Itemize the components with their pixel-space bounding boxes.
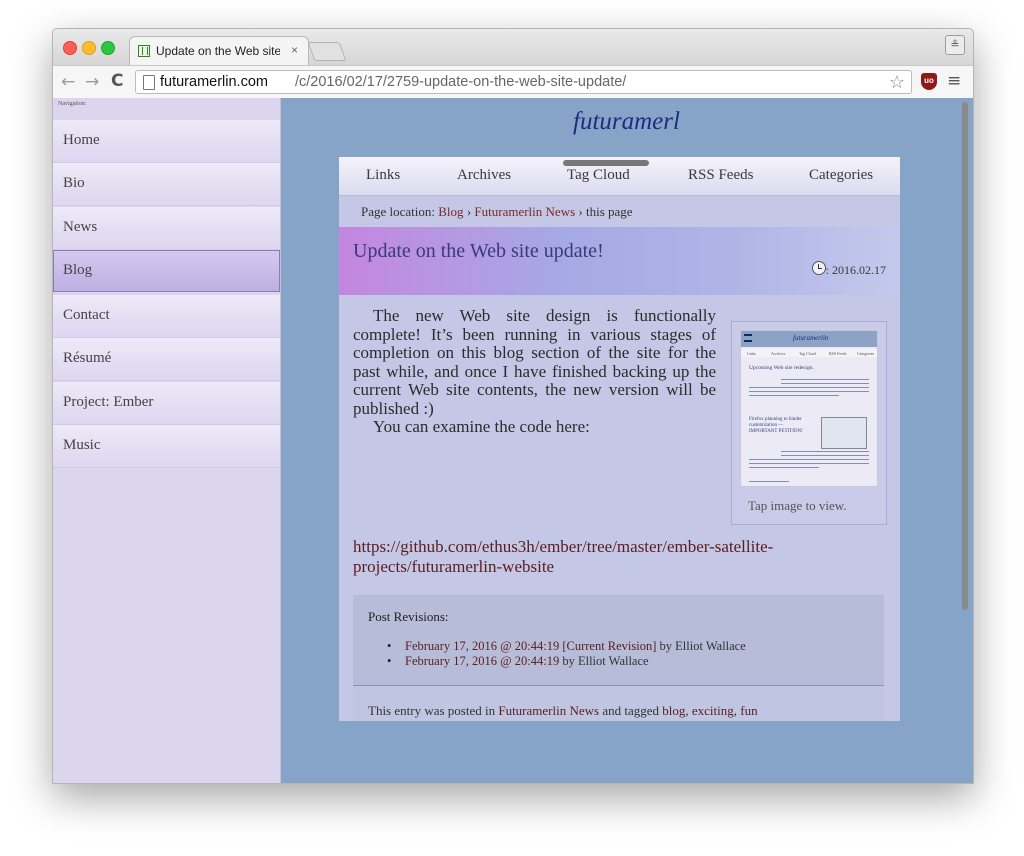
sidebar-item-label: Bio xyxy=(63,175,85,191)
thumbnail-caption: Tap image to view. xyxy=(748,498,847,513)
sidebar-item-blog[interactable]: Blog xyxy=(53,250,280,292)
site-menu-bar: Links Archives Tag Cloud RSS Feeds Categ… xyxy=(339,157,900,196)
browser-tab[interactable]: Update on the Web site update! × xyxy=(129,36,309,66)
tab-close-icon[interactable]: × xyxy=(291,43,298,57)
site-title[interactable]: futuramerl xyxy=(573,108,680,136)
sidebar-item-label: Home xyxy=(63,132,100,148)
post-paragraph: The new Web site design is functionally … xyxy=(353,306,716,418)
page-viewport: Navigation: Home Bio News Blog Contact R… xyxy=(53,98,973,783)
breadcrumb-prefix: Page location: xyxy=(361,204,436,219)
menu-link-rss-feeds[interactable]: RSS Feeds xyxy=(688,167,753,184)
menu-link-archives[interactable]: Archives xyxy=(457,167,511,184)
screenshot-thumbnail[interactable]: futuramerlin Links Archives Tag Cloud RSS F… xyxy=(731,321,887,525)
breadcrumb-link-news[interactable]: Futuramerlin News xyxy=(474,204,575,219)
sidebar-item-label: Résumé xyxy=(63,350,112,366)
page-icon xyxy=(143,75,155,90)
separator: , xyxy=(733,703,738,718)
tab-title: Update on the Web site update! xyxy=(156,44,280,58)
post-title: Update on the Web site update! xyxy=(353,240,604,262)
url-path: /c/2016/02/17/2759-update-on-the-web-sit… xyxy=(295,74,627,90)
sidebar-item-contact[interactable]: Contact xyxy=(53,295,280,338)
post-date: : 2016.02.17 xyxy=(811,261,886,278)
browser-menu-icon[interactable]: ≡ xyxy=(947,71,961,91)
meta-prefix: This entry was posted in xyxy=(368,703,496,718)
forward-arrow-icon[interactable]: → xyxy=(85,72,99,92)
list-item: February 17, 2016 @ 20:44:19 [Current Re… xyxy=(387,639,746,654)
post-paragraph: You can examine the code here: xyxy=(373,417,590,436)
sidebar-item-resume[interactable]: Résumé xyxy=(53,338,280,381)
url-host: futuramerlin.com xyxy=(160,74,268,90)
sidebar-item-label: Project: Ember xyxy=(63,394,154,410)
post-header: Update on the Web site update! : 2016.02… xyxy=(339,227,900,295)
revision-link[interactable]: February 17, 2016 @ 20:44:19 [Current Re… xyxy=(405,639,656,653)
navigation-caption: Navigation: xyxy=(58,101,87,107)
close-window-button[interactable] xyxy=(63,41,77,55)
clock-icon xyxy=(811,261,826,275)
github-code-link[interactable]: https://github.com/ethus3h/ember/tree/ma… xyxy=(353,537,833,577)
minimize-window-button[interactable] xyxy=(82,41,96,55)
site-favicon-icon xyxy=(138,45,150,57)
reload-icon[interactable]: C xyxy=(111,71,123,91)
site-sidebar: Navigation: Home Bio News Blog Contact R… xyxy=(53,98,281,783)
sidebar-item-project-ember[interactable]: Project: Ember xyxy=(53,382,280,425)
post-revisions: Post Revisions: February 17, 2016 @ 20:4… xyxy=(353,595,884,685)
bookmark-star-icon[interactable]: ☆ xyxy=(889,71,905,93)
menu-link-categories[interactable]: Categories xyxy=(809,167,873,184)
tag-link[interactable]: blog xyxy=(662,703,685,718)
sidebar-item-news[interactable]: News xyxy=(53,207,280,250)
separator: , xyxy=(685,703,689,718)
screenshot-image[interactable]: futuramerlin Links Archives Tag Cloud RSS F… xyxy=(740,330,878,487)
sidebar-item-bio[interactable]: Bio xyxy=(53,163,280,206)
breadcrumb-separator: › xyxy=(466,204,472,219)
ublock-extension-icon[interactable]: uo xyxy=(921,73,937,90)
address-bar[interactable]: futuramerlin.com /c/2016/02/17/2759-upda… xyxy=(135,70,912,94)
post-date-text: : 2016.02.17 xyxy=(825,263,886,277)
back-arrow-icon[interactable]: ← xyxy=(61,72,75,92)
horizontal-scroll-indicator[interactable] xyxy=(563,160,649,166)
sidebar-item-music[interactable]: Music xyxy=(53,425,280,468)
browser-toolbar: ← → C futuramerlin.com /c/2016/02/17/275… xyxy=(53,65,973,99)
post-meta-text: This entry was posted in Futuramerlin Ne… xyxy=(368,702,828,720)
meta-tagged: and tagged xyxy=(602,703,659,718)
sidebar-item-label: Contact xyxy=(63,307,110,323)
post-footer-meta: This entry was posted in Futuramerlin Ne… xyxy=(353,685,884,721)
new-tab-button[interactable] xyxy=(307,42,347,61)
breadcrumb-current: this page xyxy=(585,204,633,219)
post-content-panel: Links Archives Tag Cloud RSS Feeds Categ… xyxy=(339,157,900,721)
tag-link[interactable]: fun xyxy=(740,703,757,718)
menu-link-links[interactable]: Links xyxy=(366,167,400,184)
menu-link-tag-cloud[interactable]: Tag Cloud xyxy=(567,167,630,184)
sidebar-item-home[interactable]: Home xyxy=(53,120,280,163)
breadcrumb: Page location: Blog › Futuramerlin News … xyxy=(361,204,633,220)
revision-author: by Elliot Wallace xyxy=(562,654,649,668)
revisions-title: Post Revisions: xyxy=(368,609,449,624)
revision-author: by Elliot Wallace xyxy=(659,639,746,653)
vertical-scrollbar[interactable] xyxy=(962,102,968,610)
tag-link[interactable]: exciting xyxy=(692,703,734,718)
sidebar-item-label: Blog xyxy=(63,262,93,278)
maximize-window-button[interactable] xyxy=(101,41,115,55)
revision-link[interactable]: February 17, 2016 @ 20:44:19 xyxy=(405,654,559,668)
breadcrumb-link-blog[interactable]: Blog xyxy=(438,204,463,219)
sidebar-item-label: Music xyxy=(63,437,101,453)
revisions-list: February 17, 2016 @ 20:44:19 [Current Re… xyxy=(387,639,746,669)
breadcrumb-separator: › xyxy=(578,204,583,219)
profile-icon[interactable]: ≗ xyxy=(945,35,965,55)
tab-strip: Update on the Web site update! × ≗ xyxy=(53,29,973,66)
list-item: February 17, 2016 @ 20:44:19 by Elliot W… xyxy=(387,654,746,669)
category-link[interactable]: Futuramerlin News xyxy=(498,703,599,718)
post-body: The new Web site design is functionally … xyxy=(353,306,716,437)
browser-window: Update on the Web site update! × ≗ ← → C… xyxy=(52,28,974,784)
sidebar-item-label: News xyxy=(63,219,98,235)
